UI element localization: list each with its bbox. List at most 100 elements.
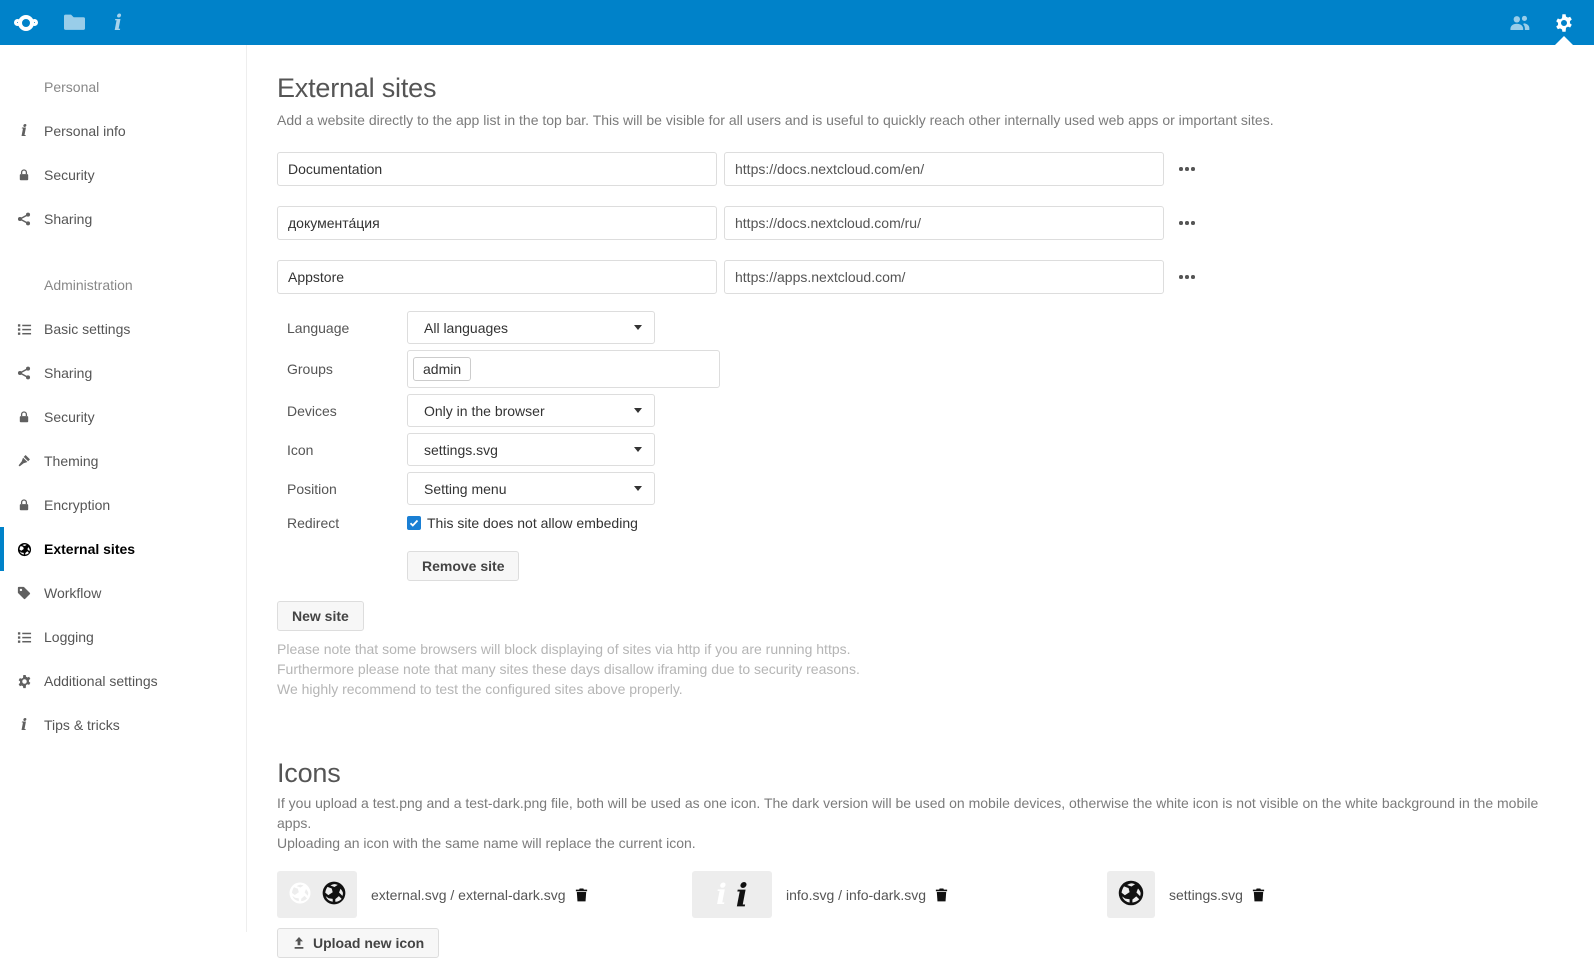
new-site-button[interactable]: New site xyxy=(277,601,364,631)
site-url-input[interactable] xyxy=(724,260,1164,294)
site-url-input[interactable] xyxy=(724,206,1164,240)
site-options-menu-icon[interactable] xyxy=(1177,269,1197,285)
delete-icon-button[interactable] xyxy=(1251,887,1266,903)
icons-description-line1: If you upload a test.png and a test-dark… xyxy=(277,793,1554,833)
devices-select-value: Only in the browser xyxy=(424,403,545,419)
checkbox-checked-icon xyxy=(407,516,421,530)
upload-button-label: Upload new icon xyxy=(313,935,424,951)
site-options-menu-icon[interactable] xyxy=(1177,161,1197,177)
active-app-caret xyxy=(1555,36,1573,45)
sidebar-item-logging[interactable]: Logging xyxy=(0,615,246,659)
globe-icon-dark xyxy=(1117,879,1145,910)
position-select[interactable]: Setting menu xyxy=(407,472,655,505)
page-description: Add a website directly to the app list i… xyxy=(277,110,1554,130)
language-select-value: All languages xyxy=(424,320,508,336)
site-url-input[interactable] xyxy=(724,152,1164,186)
info-icon-dark: i xyxy=(736,879,748,911)
position-row: Position Setting menu xyxy=(277,472,1554,505)
chevron-down-icon xyxy=(634,408,642,413)
site-name-input[interactable] xyxy=(277,152,717,186)
contacts-menu-button[interactable] xyxy=(1498,0,1542,45)
sidebar-item-encryption[interactable]: Encryption xyxy=(0,483,246,527)
icons-title: Icons xyxy=(277,758,1554,789)
share-icon xyxy=(16,365,32,381)
gear-icon xyxy=(1554,13,1574,33)
chevron-down-icon xyxy=(634,325,642,330)
devices-select[interactable]: Only in the browser xyxy=(407,394,655,427)
files-app-icon[interactable] xyxy=(52,0,96,45)
groups-label: Groups xyxy=(277,361,407,377)
language-select[interactable]: All languages xyxy=(407,311,655,344)
folder-icon xyxy=(64,14,85,31)
icon-entry-settings: settings.svg xyxy=(1107,871,1266,918)
sidebar-item-additional-settings[interactable]: Additional settings xyxy=(0,659,246,703)
sidebar-item-external-sites[interactable]: External sites xyxy=(0,527,246,571)
top-bar: i xyxy=(0,0,1594,45)
sidebar-item-label: Encryption xyxy=(44,497,110,513)
sidebar-item-label: Theming xyxy=(44,453,98,469)
chevron-down-icon xyxy=(634,447,642,452)
sidebar-section-gap xyxy=(0,241,246,263)
settings-sidebar: Personal i Personal info Security Sharin… xyxy=(0,45,247,932)
settings-menu-button[interactable] xyxy=(1542,0,1586,45)
list-icon xyxy=(16,321,32,337)
icon-preview-box xyxy=(277,871,357,918)
site-name-input[interactable] xyxy=(277,206,717,240)
sidebar-item-sharing-personal[interactable]: Sharing xyxy=(0,197,246,241)
site-row xyxy=(277,152,1554,186)
icon-select[interactable]: settings.svg xyxy=(407,433,655,466)
external-sites-app-icon[interactable]: i xyxy=(96,0,140,45)
note-line: Furthermore please note that many sites … xyxy=(277,663,1554,676)
remove-site-button[interactable]: Remove site xyxy=(407,551,519,581)
icon-preview-box: i i xyxy=(692,871,772,918)
icon-entry-external: external.svg / external-dark.svg xyxy=(277,871,692,918)
uploaded-icons-list: external.svg / external-dark.svg i i inf… xyxy=(277,871,1554,918)
icon-entry-info: i i info.svg / info-dark.svg xyxy=(692,871,1107,918)
groups-row: Groups admin xyxy=(277,350,1554,388)
globe-icon xyxy=(16,541,32,557)
icon-filename: external.svg / external-dark.svg xyxy=(371,887,566,903)
sidebar-item-label: Workflow xyxy=(44,585,101,601)
sidebar-item-tips-tricks[interactable]: i Tips & tricks xyxy=(0,703,246,747)
site-name-input[interactable] xyxy=(277,260,717,294)
position-select-value: Setting menu xyxy=(424,481,507,497)
info-icon: i xyxy=(16,123,32,139)
language-label: Language xyxy=(277,320,407,336)
lock-icon xyxy=(16,409,32,425)
groups-input[interactable]: admin xyxy=(407,350,720,388)
notes: Please note that some browsers will bloc… xyxy=(277,643,1554,696)
sidebar-item-security-admin[interactable]: Security xyxy=(0,395,246,439)
brush-icon xyxy=(16,453,32,469)
sidebar-item-workflow[interactable]: Workflow xyxy=(0,571,246,615)
upload-new-icon-button[interactable]: Upload new icon xyxy=(277,928,439,958)
sidebar-item-security-personal[interactable]: Security xyxy=(0,153,246,197)
gear-icon xyxy=(16,673,32,689)
lock-icon xyxy=(16,167,32,183)
info-icon: i xyxy=(16,717,32,733)
sidebar-caption-personal: Personal xyxy=(0,65,246,109)
site-options-menu-icon[interactable] xyxy=(1177,215,1197,231)
contacts-icon xyxy=(1509,14,1531,31)
group-chip[interactable]: admin xyxy=(413,357,471,381)
tag-icon xyxy=(16,585,32,601)
nextcloud-logo-icon[interactable] xyxy=(14,15,38,31)
sidebar-item-sharing-admin[interactable]: Sharing xyxy=(0,351,246,395)
icon-row: Icon settings.svg xyxy=(277,433,1554,466)
logo-circle xyxy=(18,15,34,31)
upload-icon xyxy=(292,936,306,951)
icon-label: Icon xyxy=(277,442,407,458)
icon-preview-box xyxy=(1107,871,1155,918)
share-icon xyxy=(16,211,32,227)
lock-icon xyxy=(16,497,32,513)
sidebar-item-label: External sites xyxy=(44,541,135,557)
sidebar-item-theming[interactable]: Theming xyxy=(0,439,246,483)
sidebar-item-label: Security xyxy=(44,167,95,183)
sidebar-item-personal-info[interactable]: i Personal info xyxy=(0,109,246,153)
sidebar-item-basic-settings[interactable]: Basic settings xyxy=(0,307,246,351)
delete-icon-button[interactable] xyxy=(574,887,589,903)
position-label: Position xyxy=(277,481,407,497)
delete-icon-button[interactable] xyxy=(934,887,949,903)
redirect-checkbox[interactable]: This site does not allow embeding xyxy=(407,515,638,531)
sidebar-item-label: Security xyxy=(44,409,95,425)
sidebar-item-label: Logging xyxy=(44,629,94,645)
